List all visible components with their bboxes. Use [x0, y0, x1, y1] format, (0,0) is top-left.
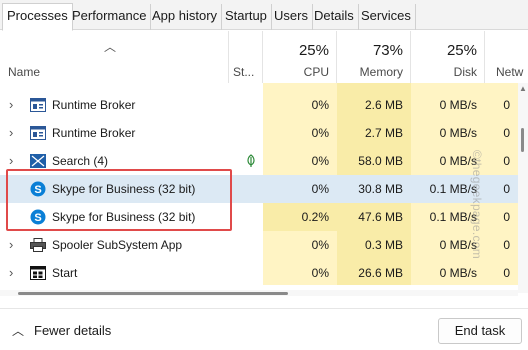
process-name: Runtime Broker: [52, 126, 136, 140]
highlight-box: [6, 169, 232, 231]
start-icon: [30, 266, 46, 280]
column-divider: [228, 31, 229, 83]
disk-usage-percent[interactable]: 25%: [411, 42, 477, 59]
process-name: Start: [52, 266, 78, 280]
column-divider: [484, 31, 485, 83]
network-value: 0: [485, 175, 518, 203]
memory-value: 26.6 MB: [337, 259, 411, 285]
network-value: 0: [485, 259, 518, 285]
scroll-up-icon[interactable]: ▲: [519, 84, 527, 93]
cpu-value: 0%: [263, 175, 337, 203]
tab-services[interactable]: Services: [357, 4, 416, 30]
column-cpu[interactable]: CPU: [263, 65, 329, 79]
table-row[interactable]: › Runtime Broker 0% 2.7 MB 0 MB/s 0: [0, 119, 518, 147]
disk-value: 0 MB/s: [411, 119, 485, 147]
chevron-up-icon[interactable]: ︿: [12, 322, 24, 339]
runtime-broker-icon: [30, 126, 46, 140]
cpu-value: 0.2%: [263, 203, 337, 231]
memory-value: 0.3 MB: [337, 231, 411, 259]
cpu-value: 0%: [263, 91, 337, 119]
cpu-value: 0%: [263, 259, 337, 285]
runtime-broker-icon: [30, 98, 46, 112]
horizontal-scroll-thumb[interactable]: [18, 292, 288, 295]
memory-value: 30.8 MB: [337, 175, 411, 203]
cpu-value: 0%: [263, 119, 337, 147]
expand-chevron-icon[interactable]: ›: [9, 259, 13, 285]
table-row[interactable]: [0, 83, 518, 91]
watermark-text: ©thegeekpage.com: [470, 150, 484, 260]
vertical-scroll-thumb[interactable]: [521, 128, 524, 152]
disk-value: 0 MB/s: [411, 91, 485, 119]
cpu-value: 0%: [263, 147, 337, 175]
fewer-details-link[interactable]: Fewer details: [34, 323, 111, 338]
vertical-scrollbar[interactable]: [518, 83, 528, 293]
expand-chevron-icon[interactable]: ›: [9, 119, 13, 147]
table-row[interactable]: › Spooler SubSystem App 0% 0.3 MB 0 MB/s…: [0, 231, 518, 259]
end-task-button[interactable]: End task: [438, 318, 522, 344]
expand-chevron-icon[interactable]: ›: [9, 231, 13, 259]
expand-chevron-icon[interactable]: ›: [9, 91, 13, 119]
memory-value: 2.6 MB: [337, 91, 411, 119]
column-network[interactable]: Netw: [496, 65, 526, 79]
sort-ascending-icon: ︿: [104, 40, 117, 54]
printer-icon: [30, 238, 46, 252]
network-value: 0: [485, 147, 518, 175]
tab-users[interactable]: Users: [270, 4, 313, 30]
network-value: 0: [485, 119, 518, 147]
network-value: 0: [485, 91, 518, 119]
tab-performance[interactable]: Performance: [68, 4, 152, 30]
tab-processes[interactable]: Processes: [2, 3, 73, 31]
network-value: 0: [485, 231, 518, 259]
memory-value: 2.7 MB: [337, 119, 411, 147]
tab-app-history[interactable]: App history: [148, 4, 223, 30]
column-disk[interactable]: Disk: [411, 65, 477, 79]
memory-value: 47.6 MB: [337, 203, 411, 231]
search-app-icon: [30, 154, 46, 168]
tab-details[interactable]: Details: [310, 4, 359, 30]
tab-bar: Processes Performance App history Startu…: [0, 0, 528, 31]
disk-value: 0 MB/s: [411, 259, 485, 285]
column-name[interactable]: Name: [8, 65, 40, 79]
suspended-leaf-icon: [247, 154, 255, 167]
cpu-value: 0%: [263, 231, 337, 259]
memory-usage-percent[interactable]: 73%: [337, 42, 403, 59]
process-name: Spooler SubSystem App: [52, 238, 183, 252]
tab-startup[interactable]: Startup: [221, 4, 272, 30]
table-row[interactable]: › Start 0% 26.6 MB 0 MB/s 0: [0, 259, 518, 285]
network-value: 0: [485, 203, 518, 231]
table-row[interactable]: › Runtime Broker 0% 2.6 MB 0 MB/s 0: [0, 91, 518, 119]
process-name: Runtime Broker: [52, 98, 136, 112]
column-status[interactable]: St...: [233, 65, 254, 79]
memory-value: 58.0 MB: [337, 147, 411, 175]
column-memory[interactable]: Memory: [337, 65, 403, 79]
cpu-usage-percent[interactable]: 25%: [263, 42, 329, 59]
